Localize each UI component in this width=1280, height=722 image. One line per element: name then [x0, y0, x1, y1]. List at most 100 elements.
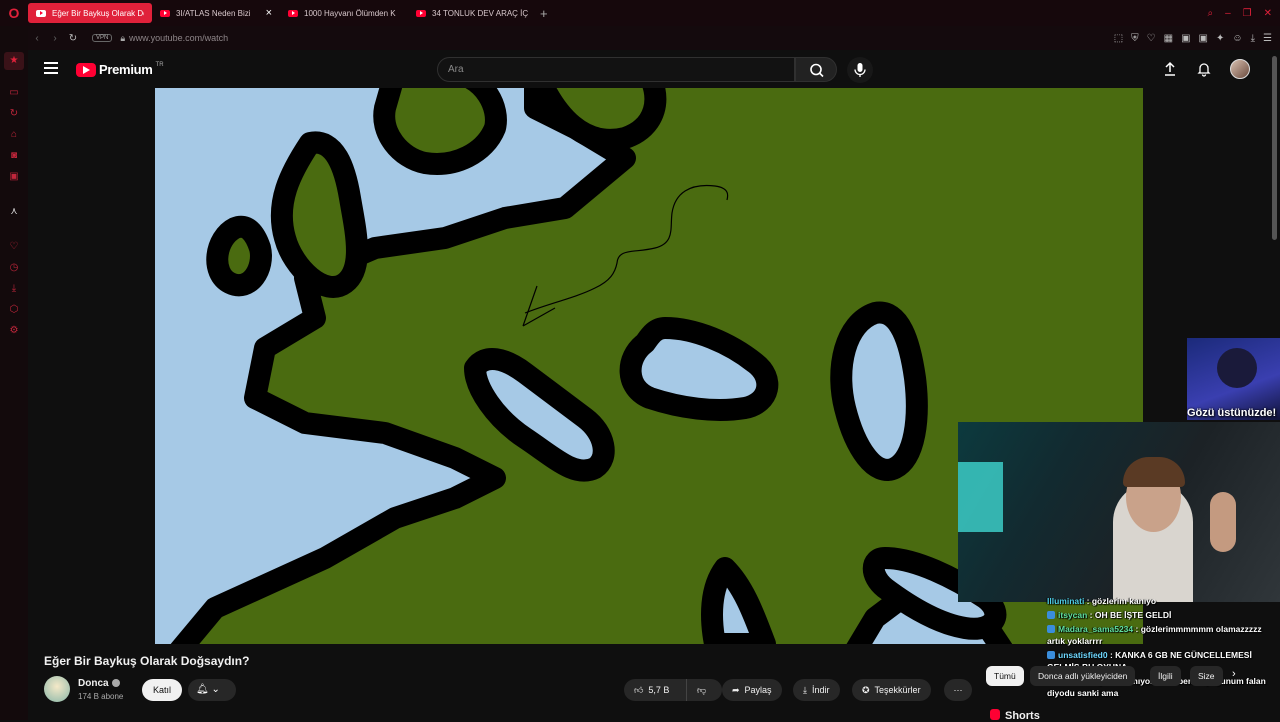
shorts-shelf-title: Shorts: [990, 709, 1040, 722]
shield-icon[interactable]: ⛨: [1131, 33, 1139, 44]
subscription-bell-button[interactable]: 🔔︎ ⌄: [188, 679, 236, 701]
youtube-header: Premium TR Ara: [28, 50, 1280, 88]
account-avatar[interactable]: [1230, 59, 1250, 79]
tab-close-icon[interactable]: ×: [266, 7, 272, 19]
filter-chip-related[interactable]: İlgili: [1150, 666, 1181, 686]
maximize-icon[interactable]: ❐: [1243, 8, 1252, 19]
chat-username: unsatisfied0: [1058, 650, 1108, 660]
search-input[interactable]: Ara: [437, 57, 795, 82]
chat-username: Illuminati: [1047, 596, 1084, 606]
settings-icon[interactable]: ⚙: [8, 325, 20, 337]
search-button[interactable]: [795, 57, 837, 82]
thumbs-up-icon: 👍︎: [634, 685, 643, 695]
bag-icon[interactable]: ⌂: [8, 129, 20, 141]
thumbs-down-icon: 👎︎: [697, 685, 706, 695]
browser-window: O Eğer Bir Baykuş Olarak Doğsaydın? 3I/A…: [0, 0, 1280, 720]
messenger-icon[interactable]: ◙: [8, 150, 20, 162]
youtube-favicon-icon: [288, 10, 298, 17]
cam-person-hand: [1210, 492, 1236, 552]
dislike-button[interactable]: 👎︎: [686, 679, 722, 701]
youtube-favicon-icon: [36, 10, 46, 17]
menu-icon[interactable]: ☰: [1263, 33, 1272, 44]
chat-text: : OH BE İŞTE GELDİ: [1087, 610, 1171, 620]
like-button[interactable]: 👍︎5,7 B: [624, 679, 686, 701]
page-scrollbar[interactable]: [1272, 56, 1277, 240]
ai-icon[interactable]: ⋏: [8, 206, 20, 218]
download-button[interactable]: ⤓İndir: [793, 679, 840, 701]
favorites-icon[interactable]: ♡: [8, 241, 20, 253]
filter-chip-uploader[interactable]: Donca adlı yükleyiciden: [1030, 666, 1135, 686]
chevron-right-icon[interactable]: ›: [1232, 668, 1236, 680]
share-label: Paylaş: [745, 685, 772, 695]
thanks-heart-icon: ✪: [862, 685, 870, 695]
menu-icon[interactable]: [44, 62, 58, 74]
share-button[interactable]: ➦Paylaş: [722, 679, 782, 701]
verified-badge-icon: [112, 679, 120, 687]
url-field[interactable]: www.youtube.com/watch: [129, 33, 228, 43]
speed-dial-icon[interactable]: ★: [4, 52, 24, 70]
vpn-badge[interactable]: VPN: [92, 34, 112, 42]
reload-icon[interactable]: ↻: [64, 33, 82, 44]
tab-0[interactable]: Eğer Bir Baykuş Olarak Doğsaydın?: [28, 3, 152, 23]
channel-name[interactable]: Donca: [78, 678, 120, 689]
back-icon[interactable]: ‹: [28, 33, 46, 44]
tab-label: 1000 Hayvanı Ölümden K: [304, 9, 396, 18]
channel-avatar[interactable]: [44, 676, 70, 702]
filter-chip-for-you[interactable]: Size: [1190, 666, 1223, 686]
notifications-bell-icon[interactable]: [1196, 61, 1212, 77]
history-icon[interactable]: ↻: [8, 108, 20, 120]
download-icon[interactable]: ⤓: [1251, 33, 1255, 44]
chat-badge-icon: [1047, 625, 1055, 633]
close-window-icon[interactable]: ✕: [1264, 8, 1272, 19]
channel-name-text[interactable]: Donca: [78, 678, 109, 689]
chat-username: itsycan: [1058, 610, 1087, 620]
twitch-icon[interactable]: ▣: [8, 171, 20, 183]
heart-icon[interactable]: ♡: [1147, 33, 1156, 44]
adblock-icon[interactable]: ▣: [1181, 33, 1190, 44]
workspace-icon[interactable]: ▭: [8, 87, 20, 99]
downloads-icon[interactable]: ⤓: [8, 283, 20, 295]
cam-figure: [1217, 348, 1257, 388]
country-code: TR: [156, 62, 164, 68]
tab-3[interactable]: 34 TONLUK DEV ARAÇ İÇ: [408, 3, 536, 23]
snapshot-icon[interactable]: ⬚: [1114, 33, 1123, 44]
address-bar: ‹ › ↻ VPN 🔒︎ www.youtube.com/watch ⬚ ⛨ ♡…: [28, 26, 1280, 50]
clock-icon[interactable]: ◷: [8, 262, 20, 274]
minimize-icon[interactable]: –: [1225, 8, 1231, 19]
upload-icon[interactable]: [1162, 61, 1178, 77]
profile-icon[interactable]: ☺: [1232, 33, 1242, 44]
filter-chip-all[interactable]: Tümü: [986, 666, 1024, 686]
logo-text: Premium: [99, 62, 153, 77]
youtube-logo[interactable]: Premium TR: [76, 62, 164, 77]
tab-2[interactable]: 1000 Hayvanı Ölümden K: [280, 3, 408, 23]
browser-sidebar: ★ ▭ ↻ ⌂ ◙ ▣ ⋏ ♡ ◷ ⤓ ⬡ ⚙: [0, 26, 28, 720]
chat-message: Illuminati : gözlerim kanıyo: [1047, 595, 1280, 607]
new-tab-button[interactable]: +: [540, 6, 548, 21]
extensions-icon[interactable]: ⬡: [8, 304, 20, 316]
join-button[interactable]: Katıl: [142, 679, 182, 701]
shorts-label: Shorts: [1005, 710, 1040, 722]
shorts-icon: [990, 709, 1000, 720]
more-actions-button[interactable]: ⋯: [944, 679, 972, 701]
tab-strip: O Eğer Bir Baykuş Olarak Doğsaydın? 3I/A…: [0, 0, 1280, 26]
voice-search-button[interactable]: [847, 57, 873, 83]
cam-caption: Gözü üstünüzde!: [1187, 407, 1276, 419]
microphone-icon: [847, 57, 873, 83]
download-icon: ⤓: [803, 685, 807, 695]
subscriber-count: 174 B abone: [78, 692, 123, 701]
tab-1[interactable]: 3I/ATLAS Neden Bizi ×: [152, 3, 280, 23]
window-controls: ⌕ – ❐ ✕: [1207, 8, 1280, 19]
puzzle-icon[interactable]: ✦: [1216, 33, 1224, 44]
header-actions: [1162, 59, 1250, 79]
search-tabs-icon[interactable]: ⌕: [1207, 8, 1213, 19]
cam-light: [958, 462, 1003, 532]
tracker-icon[interactable]: ▣: [1199, 33, 1208, 44]
chat-message: Madara_sama5234 : gözlerimmmmmm olamazzz…: [1047, 623, 1280, 647]
tab-label: 34 TONLUK DEV ARAÇ İÇ: [432, 9, 528, 18]
opera-logo-icon[interactable]: O: [0, 0, 28, 26]
thanks-button[interactable]: ✪Teşekkürler: [852, 679, 931, 701]
extensions-icon[interactable]: ▦: [1164, 33, 1173, 44]
tab-label: Eğer Bir Baykuş Olarak Doğsaydın?: [52, 9, 144, 18]
address-bar-tools: ⬚ ⛨ ♡ ▦ ▣ ▣ ✦ ☺ ⤓ ☰: [1114, 33, 1280, 44]
forward-icon[interactable]: ›: [46, 33, 64, 44]
